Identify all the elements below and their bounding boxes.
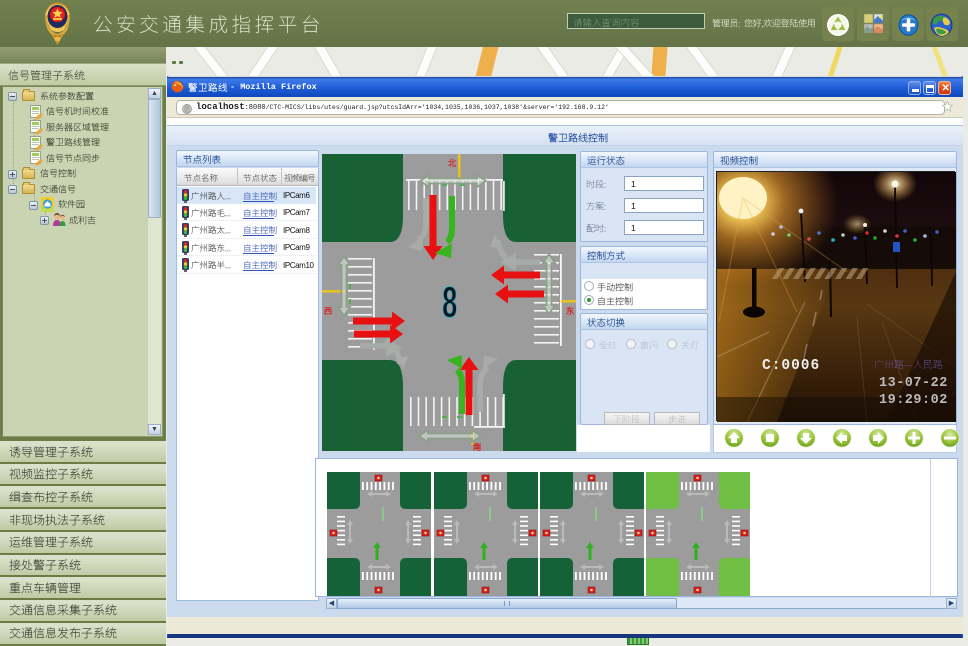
svg-text:19:29:02: 19:29:02: [879, 393, 948, 408]
svg-text:13-07-22: 13-07-22: [879, 376, 948, 391]
svg-text:8: 8: [442, 277, 457, 326]
svg-text:C:0006: C:0006: [762, 358, 820, 374]
